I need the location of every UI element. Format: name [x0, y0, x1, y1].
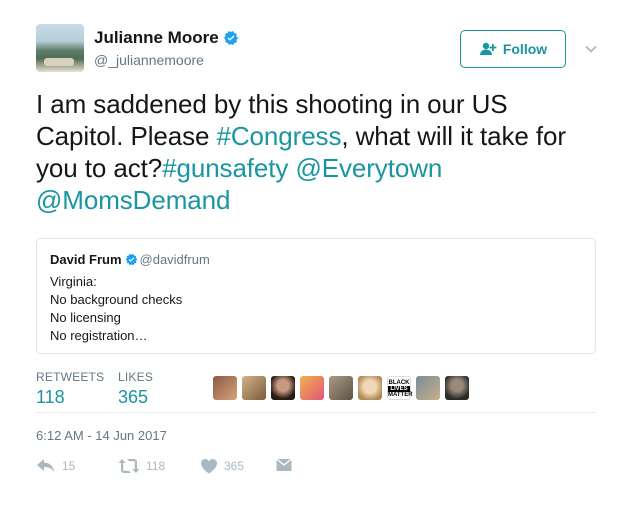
tweet-header: Julianne Moore @_juliannemoore Follow [36, 24, 606, 78]
like-count: 365 [224, 459, 245, 473]
liker-avatar[interactable] [358, 376, 382, 400]
tweet-text: I am saddened by this shooting in our US… [36, 88, 596, 216]
follow-button[interactable]: Follow [460, 30, 566, 68]
quoted-text-line: Virginia: [50, 274, 97, 289]
reply-icon [37, 459, 54, 472]
hashtag-congress-link[interactable]: #Congress [217, 121, 342, 151]
reply-button[interactable]: 15 [36, 458, 75, 474]
liker-avatar-blm[interactable]: BLACK LIVES MATTER [387, 376, 413, 400]
retweet-count: 118 [146, 459, 166, 473]
quoted-text-line: No registration… [50, 328, 148, 343]
heart-icon [201, 459, 217, 474]
likes-label: LIKES [118, 370, 154, 384]
author-block[interactable]: Julianne Moore @_juliannemoore [94, 28, 239, 68]
retweets-label: RETWEETS [36, 370, 105, 384]
retweets-stat[interactable]: RETWEETS 118 [36, 370, 104, 408]
liker-avatar[interactable] [416, 376, 440, 400]
mention-momsdemand-link[interactable]: @MomsDemand [36, 185, 230, 215]
envelope-icon [276, 458, 292, 471]
tweet-actions: 15 118 365 [36, 458, 336, 478]
liker-avatar[interactable] [300, 376, 324, 400]
verified-badge-icon [125, 253, 137, 266]
quoted-screen-name: @davidfrum [139, 252, 210, 267]
chevron-down-icon[interactable] [584, 42, 598, 56]
reply-count: 15 [62, 459, 76, 473]
verified-badge-icon [223, 31, 238, 45]
hashtag-gunsafety-link[interactable]: #gunsafety [162, 153, 288, 183]
quoted-author: David Frum @davidfrum [50, 251, 582, 269]
direct-message-button[interactable] [276, 458, 292, 472]
retweets-value: 118 [36, 387, 65, 407]
liker-avatar[interactable] [213, 376, 237, 400]
tweet-stats: RETWEETS 118 LIKES 365 BLACK LIVES MATTE… [36, 370, 596, 413]
quoted-text-line: No background checks [50, 292, 183, 307]
follow-button-label: Follow [502, 41, 548, 57]
likes-value: 365 [118, 387, 149, 407]
quoted-text: Virginia: No background checks No licens… [50, 273, 582, 345]
add-user-icon [479, 42, 497, 55]
tweet-timestamp[interactable]: 6:12 AM - 14 Jun 2017 [36, 428, 167, 443]
mention-everytown-link[interactable]: @Everytown [295, 153, 442, 183]
liker-avatar[interactable] [271, 376, 295, 400]
author-display-name[interactable]: Julianne Moore [94, 28, 219, 48]
avatar[interactable] [36, 24, 84, 72]
quoted-display-name: David Frum [50, 252, 122, 267]
liker-avatars: BLACK LIVES MATTER [213, 376, 469, 400]
liker-avatar[interactable] [329, 376, 353, 400]
like-button[interactable]: 365 [200, 458, 244, 474]
author-screen-name[interactable]: @_juliannemoore [94, 52, 239, 68]
retweet-button[interactable]: 118 [118, 458, 165, 474]
blm-text: MATTER [388, 392, 413, 398]
quoted-text-line: No licensing [50, 310, 121, 325]
quoted-tweet[interactable]: David Frum @davidfrum Virginia: No backgr… [36, 238, 596, 354]
liker-avatar[interactable] [445, 376, 469, 400]
liker-avatar[interactable] [242, 376, 266, 400]
retweet-icon [118, 459, 140, 473]
likes-stat[interactable]: LIKES 365 [118, 370, 153, 408]
